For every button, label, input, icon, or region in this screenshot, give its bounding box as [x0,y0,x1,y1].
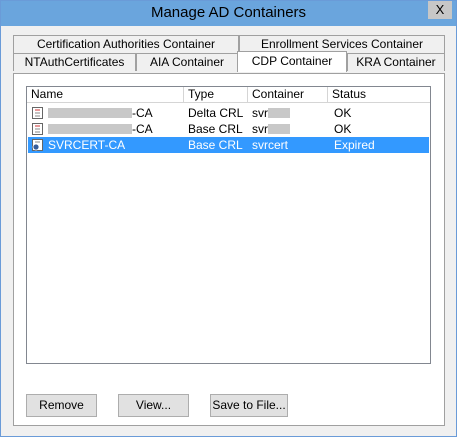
row-status: OK [334,122,352,136]
manage-ad-containers-window: Manage AD Containers X Certification Aut… [0,0,457,437]
close-button[interactable]: X [428,1,452,19]
column-header-status[interactable]: Status [328,87,430,103]
row-type: Base CRL [188,122,243,136]
table-row-selected[interactable]: SVRCERT-CA Base CRL svrcert Expired [28,137,429,153]
row-name: -CA [48,121,153,137]
tab-kra-container[interactable]: KRA Container [347,53,445,71]
view-button[interactable]: View... [118,394,189,417]
redacted-block [48,124,132,134]
row-status: Expired [334,138,375,152]
tab-cdp-container[interactable]: CDP Container [237,51,347,72]
redacted-block [268,124,290,134]
title-bar[interactable]: Manage AD Containers X [1,1,456,26]
list-header: Name Type Container Status [27,87,430,103]
row-status: OK [334,106,352,120]
remove-button[interactable]: Remove [26,394,97,417]
crl-icon [32,107,43,119]
column-header-name[interactable]: Name [27,87,184,103]
row-container: svr [252,105,290,121]
row-container: svrcert [252,138,288,152]
table-row[interactable]: -CA Base CRL svr OK [28,121,429,137]
cdp-container-panel: Name Type Container Status -CA Delta CRL… [13,73,445,426]
row-container-text: svr [252,122,268,136]
window-title: Manage AD Containers [150,4,307,21]
column-header-container[interactable]: Container [248,87,328,103]
column-header-type[interactable]: Type [184,87,248,103]
dialog-client: Certification Authorities Container Enro… [1,26,456,436]
tab-aia-container[interactable]: AIA Container [136,53,238,71]
tab-ntauthcertificates[interactable]: NTAuthCertificates [13,53,136,71]
expired-crl-icon [32,139,43,151]
tab-certification-authorities-container[interactable]: Certification Authorities Container [13,35,239,53]
redacted-block [48,108,132,118]
save-to-file-button[interactable]: Save to File... [210,394,288,417]
row-name-text: -CA [132,106,153,120]
crl-list[interactable]: Name Type Container Status -CA Delta CRL… [26,86,431,364]
crl-icon [32,123,43,135]
row-container: svr [252,121,290,137]
table-row[interactable]: -CA Delta CRL svr OK [28,105,429,121]
row-name: SVRCERT-CA [48,138,126,152]
row-name-text: -CA [132,122,153,136]
row-type: Base CRL [188,138,243,152]
row-type: Delta CRL [188,106,244,120]
redacted-block [268,108,290,118]
row-name: -CA [48,105,153,121]
row-container-text: svr [252,106,268,120]
